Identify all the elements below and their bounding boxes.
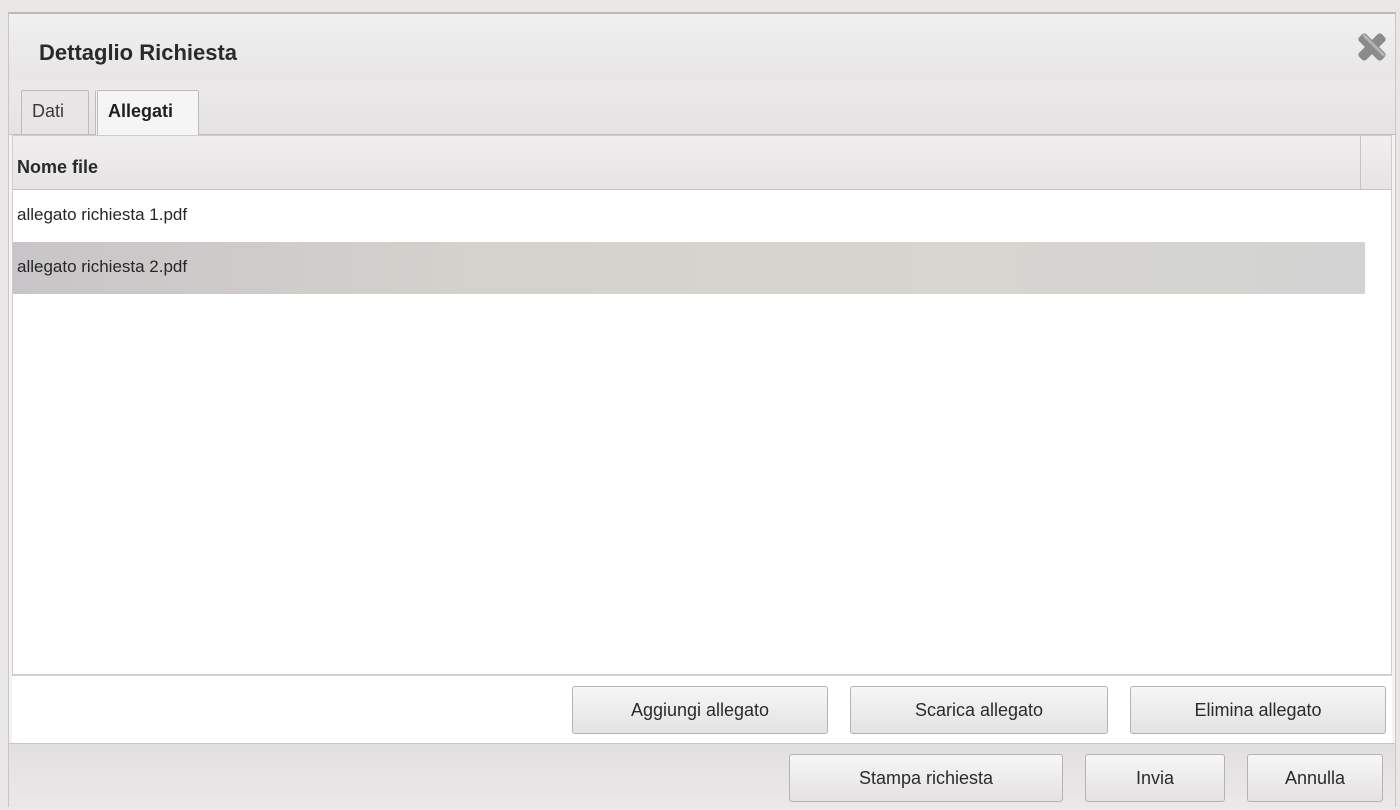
send-button[interactable]: Invia bbox=[1085, 754, 1225, 802]
add-attachment-button[interactable]: Aggiungi allegato bbox=[572, 686, 828, 734]
close-icon bbox=[1358, 33, 1386, 61]
table-row-selected[interactable]: allegato richiesta 2.pdf bbox=[13, 242, 1365, 294]
dialog: Dettaglio Richiesta Dati Allegati Nome f… bbox=[8, 12, 1396, 810]
column-divider bbox=[1360, 136, 1361, 189]
file-name-cell: allegato richiesta 1.pdf bbox=[17, 205, 188, 224]
grid-header: Nome file bbox=[13, 136, 1391, 190]
dialog-footer: Stampa richiesta Invia Annulla bbox=[9, 743, 1395, 810]
attachment-actions: Aggiungi allegato Scarica allegato Elimi… bbox=[12, 675, 1392, 743]
delete-attachment-button[interactable]: Elimina allegato bbox=[1130, 686, 1386, 734]
close-button[interactable] bbox=[1353, 28, 1391, 66]
cancel-button[interactable]: Annulla bbox=[1247, 754, 1383, 802]
column-header-nome-file[interactable]: Nome file bbox=[17, 157, 98, 178]
tab-dati[interactable]: Dati bbox=[21, 90, 89, 134]
download-attachment-button[interactable]: Scarica allegato bbox=[850, 686, 1108, 734]
print-request-button[interactable]: Stampa richiesta bbox=[789, 754, 1063, 802]
dialog-title: Dettaglio Richiesta bbox=[39, 40, 238, 65]
attachments-grid: Nome file allegato richiesta 1.pdf alleg… bbox=[12, 135, 1392, 675]
tab-allegati[interactable]: Allegati bbox=[95, 90, 199, 135]
tab-bar: Dati Allegati bbox=[9, 80, 1395, 135]
dialog-titlebar: Dettaglio Richiesta bbox=[9, 14, 1395, 81]
file-name-cell: allegato richiesta 2.pdf bbox=[17, 257, 188, 276]
table-row[interactable]: allegato richiesta 1.pdf bbox=[13, 190, 1365, 242]
